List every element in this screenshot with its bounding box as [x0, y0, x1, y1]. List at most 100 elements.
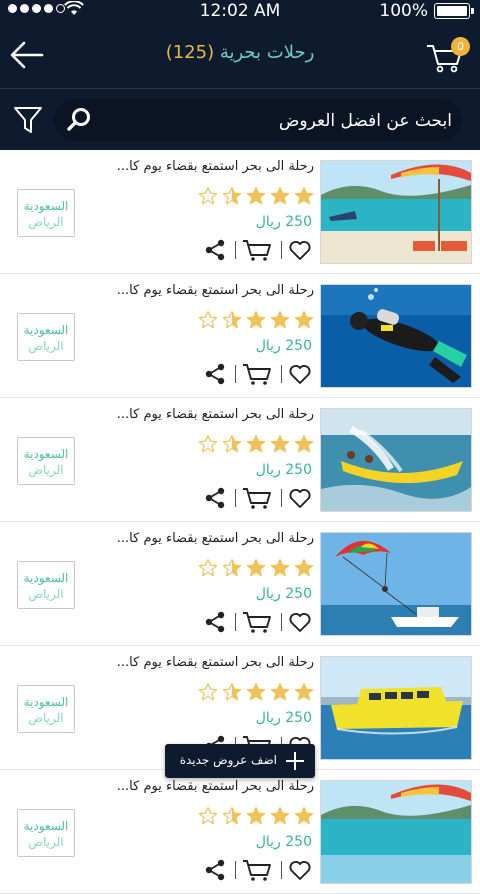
star-icon — [222, 434, 242, 453]
rating-stars — [198, 434, 314, 454]
battery-percentage: 100% — [379, 1, 428, 21]
add-new-offer-label: اضف عروض جديدة — [179, 753, 277, 767]
action-divider — [281, 613, 282, 631]
offer-title: رحلة الى بحر استمتع بقضاء يوم كا... — [116, 407, 314, 422]
star-icon — [246, 434, 266, 453]
star-icon — [198, 682, 218, 701]
location-country: السعودية — [23, 447, 69, 461]
star-icon — [222, 806, 242, 825]
offer-price: 250 ريال — [255, 586, 312, 602]
location-badge: السعودية الرياض — [17, 561, 75, 609]
status-bar: 12:02 AM 100% — [0, 0, 480, 22]
page-title-text: رحلات بحرية — [219, 42, 315, 63]
location-badge: السعودية الرياض — [17, 685, 75, 733]
rating-stars — [198, 682, 314, 702]
action-divider — [235, 861, 236, 879]
offer-price: 250 ريال — [255, 338, 312, 354]
add-to-cart-icon[interactable] — [242, 238, 272, 262]
add-new-offer-button[interactable]: اضف عروض جديدة — [165, 744, 315, 778]
star-icon — [246, 806, 266, 825]
offer-card[interactable]: رحلة الى بحر استمتع بقضاء يوم كا... 250 … — [0, 770, 480, 894]
add-to-cart-icon[interactable] — [242, 610, 272, 634]
result-count: (125) — [165, 42, 215, 63]
header-divider — [0, 88, 480, 89]
search-bar — [54, 99, 462, 143]
offer-image-parasailing — [320, 532, 472, 636]
star-icon — [246, 682, 266, 701]
star-icon — [246, 186, 266, 205]
action-divider — [235, 241, 236, 259]
star-icon — [270, 682, 290, 701]
location-city: الرياض — [28, 463, 64, 477]
star-icon — [222, 310, 242, 329]
star-icon — [270, 806, 290, 825]
location-badge: السعودية الرياض — [17, 437, 75, 485]
location-badge: السعودية الرياض — [17, 313, 75, 361]
add-to-cart-icon[interactable] — [242, 362, 272, 386]
star-icon — [222, 186, 242, 205]
heart-icon[interactable] — [288, 610, 312, 634]
action-divider — [281, 861, 282, 879]
action-divider — [235, 365, 236, 383]
heart-icon[interactable] — [288, 858, 312, 882]
offers-list: رحلة الى بحر استمتع بقضاء يوم كا... 250 … — [0, 150, 480, 894]
location-city: الرياض — [28, 215, 64, 229]
location-country: السعودية — [23, 199, 69, 213]
location-city: الرياض — [28, 711, 64, 725]
star-icon — [222, 558, 242, 577]
star-icon — [294, 186, 314, 205]
rating-stars — [198, 310, 314, 330]
battery-icon — [434, 3, 474, 19]
action-divider — [235, 489, 236, 507]
location-city: الرياض — [28, 835, 64, 849]
star-icon — [270, 434, 290, 453]
offer-card[interactable]: رحلة الى بحر استمتع بقضاء يوم كا... 250 … — [0, 522, 480, 646]
star-icon — [270, 186, 290, 205]
location-country: السعودية — [23, 819, 69, 833]
location-country: السعودية — [23, 571, 69, 585]
share-icon[interactable] — [204, 238, 226, 262]
share-icon[interactable] — [204, 610, 226, 634]
offer-image-diver — [320, 284, 472, 388]
star-icon — [246, 558, 266, 577]
app-header: 12:02 AM 100% رحلات بحرية (125) 0 — [0, 0, 480, 150]
star-icon — [294, 434, 314, 453]
share-icon[interactable] — [204, 486, 226, 510]
offer-image-beach — [320, 160, 472, 264]
offer-price: 250 ريال — [255, 710, 312, 726]
star-icon — [294, 310, 314, 329]
search-input[interactable] — [100, 99, 454, 143]
star-icon — [270, 310, 290, 329]
star-icon — [222, 682, 242, 701]
location-city: الرياض — [28, 339, 64, 353]
add-to-cart-icon[interactable] — [242, 486, 272, 510]
rating-stars — [198, 186, 314, 206]
location-country: السعودية — [23, 323, 69, 337]
page-title: رحلات بحرية (125) — [0, 42, 480, 63]
offer-title: رحلة الى بحر استمتع بقضاء يوم كا... — [116, 655, 314, 670]
heart-icon[interactable] — [288, 362, 312, 386]
navigation-bar: رحلات بحرية (125) 0 — [0, 22, 480, 88]
offer-title: رحلة الى بحر استمتع بقضاء يوم كا... — [116, 779, 314, 794]
location-city: الرياض — [28, 587, 64, 601]
offer-card[interactable]: رحلة الى بحر استمتع بقضاء يوم كا... 250 … — [0, 150, 480, 274]
star-icon — [294, 558, 314, 577]
rating-stars — [198, 806, 314, 826]
action-divider — [281, 241, 282, 259]
heart-icon[interactable] — [288, 486, 312, 510]
action-divider — [281, 365, 282, 383]
heart-icon[interactable] — [288, 238, 312, 262]
cart-count-badge: 0 — [451, 37, 470, 56]
star-icon — [198, 806, 218, 825]
share-icon[interactable] — [204, 858, 226, 882]
offer-image-banana-boat — [320, 408, 472, 512]
add-to-cart-icon[interactable] — [242, 858, 272, 882]
offer-card[interactable]: رحلة الى بحر استمتع بقضاء يوم كا... 250 … — [0, 398, 480, 522]
search-icon[interactable] — [66, 107, 92, 133]
offer-card[interactable]: رحلة الى بحر استمتع بقضاء يوم كا... 250 … — [0, 274, 480, 398]
action-divider — [235, 613, 236, 631]
location-badge: السعودية الرياض — [17, 809, 75, 857]
filter-icon[interactable] — [12, 104, 44, 136]
share-icon[interactable] — [204, 362, 226, 386]
offer-image-beach — [320, 780, 472, 884]
